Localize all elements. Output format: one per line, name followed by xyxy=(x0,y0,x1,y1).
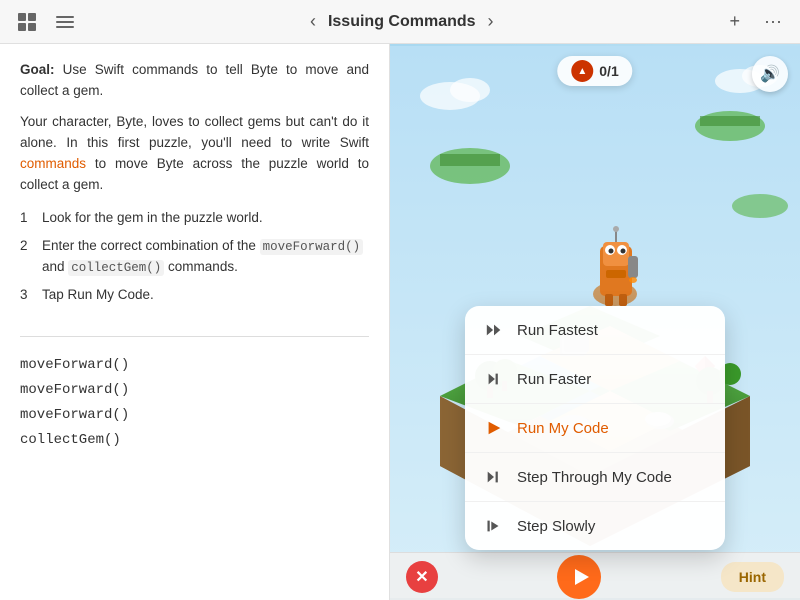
nav-left-icons xyxy=(14,11,78,33)
left-panel: Goal: Use Swift commands to tell Byte to… xyxy=(0,44,390,600)
goal-text: Use Swift commands to tell Byte to move … xyxy=(20,62,369,98)
nav-right-icons: + ··· xyxy=(725,9,786,34)
step-2-text3: commands. xyxy=(164,259,238,274)
prev-button[interactable]: ‹ xyxy=(306,9,320,34)
play-button[interactable] xyxy=(557,555,601,599)
commands-keyword: commands xyxy=(20,156,86,171)
code-line-2: moveForward() xyxy=(20,378,369,403)
right-panel: 0/1 🔊 Run Fastest Run Faster xyxy=(390,44,800,600)
run-my-code-icon xyxy=(483,417,505,439)
list-icon xyxy=(56,15,74,29)
run-fastest-item[interactable]: Run Fastest xyxy=(465,306,725,355)
code-area[interactable]: moveForward() moveForward() moveForward(… xyxy=(0,345,389,600)
close-button[interactable]: ✕ xyxy=(406,561,438,593)
run-faster-item[interactable]: Run Faster xyxy=(465,355,725,404)
run-my-code-label: Run My Code xyxy=(517,420,609,437)
score-icon xyxy=(571,60,593,82)
step-1: 1 Look for the gem in the puzzle world. xyxy=(20,208,369,228)
step-3-text: Tap Run My Code. xyxy=(42,285,154,305)
steps-list: 1 Look for the gem in the puzzle world. … xyxy=(20,208,369,306)
step-2-code1: moveForward() xyxy=(260,239,364,255)
step-slowly-item[interactable]: Step Slowly xyxy=(465,502,725,550)
run-fastest-icon xyxy=(483,319,505,341)
description-text-part1: Your character, Byte, loves to collect g… xyxy=(20,114,369,150)
instructions-area: Goal: Use Swift commands to tell Byte to… xyxy=(0,44,389,328)
list-view-button[interactable] xyxy=(52,13,78,31)
step-1-text: Look for the gem in the puzzle world. xyxy=(42,208,263,228)
step-slowly-icon xyxy=(483,515,505,537)
step-through-item[interactable]: Step Through My Code xyxy=(465,453,725,502)
step-2-text1: Enter the correct combination of the xyxy=(42,238,260,253)
step-2: 2 Enter the correct combination of the m… xyxy=(20,236,369,278)
code-line-4: collectGem() xyxy=(20,428,369,453)
nav-center: ‹ Issuing Commands › xyxy=(306,9,498,34)
top-nav-bar: ‹ Issuing Commands › + ··· xyxy=(0,0,800,44)
step-through-label: Step Through My Code xyxy=(517,469,672,486)
grid-view-button[interactable] xyxy=(14,11,40,33)
step-1-num: 1 xyxy=(20,208,32,228)
step-3-num: 3 xyxy=(20,285,32,305)
bottom-toolbar: ✕ Hint xyxy=(390,552,800,600)
main-area: Goal: Use Swift commands to tell Byte to… xyxy=(0,44,800,600)
run-menu: Run Fastest Run Faster Run My Code Step … xyxy=(465,306,725,550)
divider xyxy=(20,336,369,337)
run-faster-icon xyxy=(483,368,505,390)
step-2-text2: and xyxy=(42,259,68,274)
more-button[interactable]: ··· xyxy=(760,9,786,34)
code-line-1: moveForward() xyxy=(20,353,369,378)
step-2-code2: collectGem() xyxy=(68,260,164,276)
run-faster-label: Run Faster xyxy=(517,371,591,388)
score-text: 0/1 xyxy=(599,63,618,79)
description-paragraph: Your character, Byte, loves to collect g… xyxy=(20,112,369,196)
goal-label: Goal: xyxy=(20,62,55,77)
code-line-3: moveForward() xyxy=(20,403,369,428)
run-my-code-item[interactable]: Run My Code xyxy=(465,404,725,453)
sound-button[interactable]: 🔊 xyxy=(752,56,788,92)
step-3: 3 Tap Run My Code. xyxy=(20,285,369,305)
grid-icon xyxy=(18,13,36,31)
play-icon xyxy=(571,567,591,587)
close-icon: ✕ xyxy=(415,567,428,587)
score-badge: 0/1 xyxy=(557,56,632,86)
step-slowly-label: Step Slowly xyxy=(517,518,595,535)
run-fastest-label: Run Fastest xyxy=(517,322,598,339)
next-button[interactable]: › xyxy=(484,9,498,34)
add-button[interactable]: + xyxy=(725,9,744,34)
nav-title: Issuing Commands xyxy=(328,13,476,31)
step-2-text: Enter the correct combination of the mov… xyxy=(42,236,369,278)
hint-button[interactable]: Hint xyxy=(721,562,784,592)
goal-paragraph: Goal: Use Swift commands to tell Byte to… xyxy=(20,60,369,102)
sound-icon: 🔊 xyxy=(760,64,780,84)
step-through-icon xyxy=(483,466,505,488)
step-2-num: 2 xyxy=(20,236,32,256)
